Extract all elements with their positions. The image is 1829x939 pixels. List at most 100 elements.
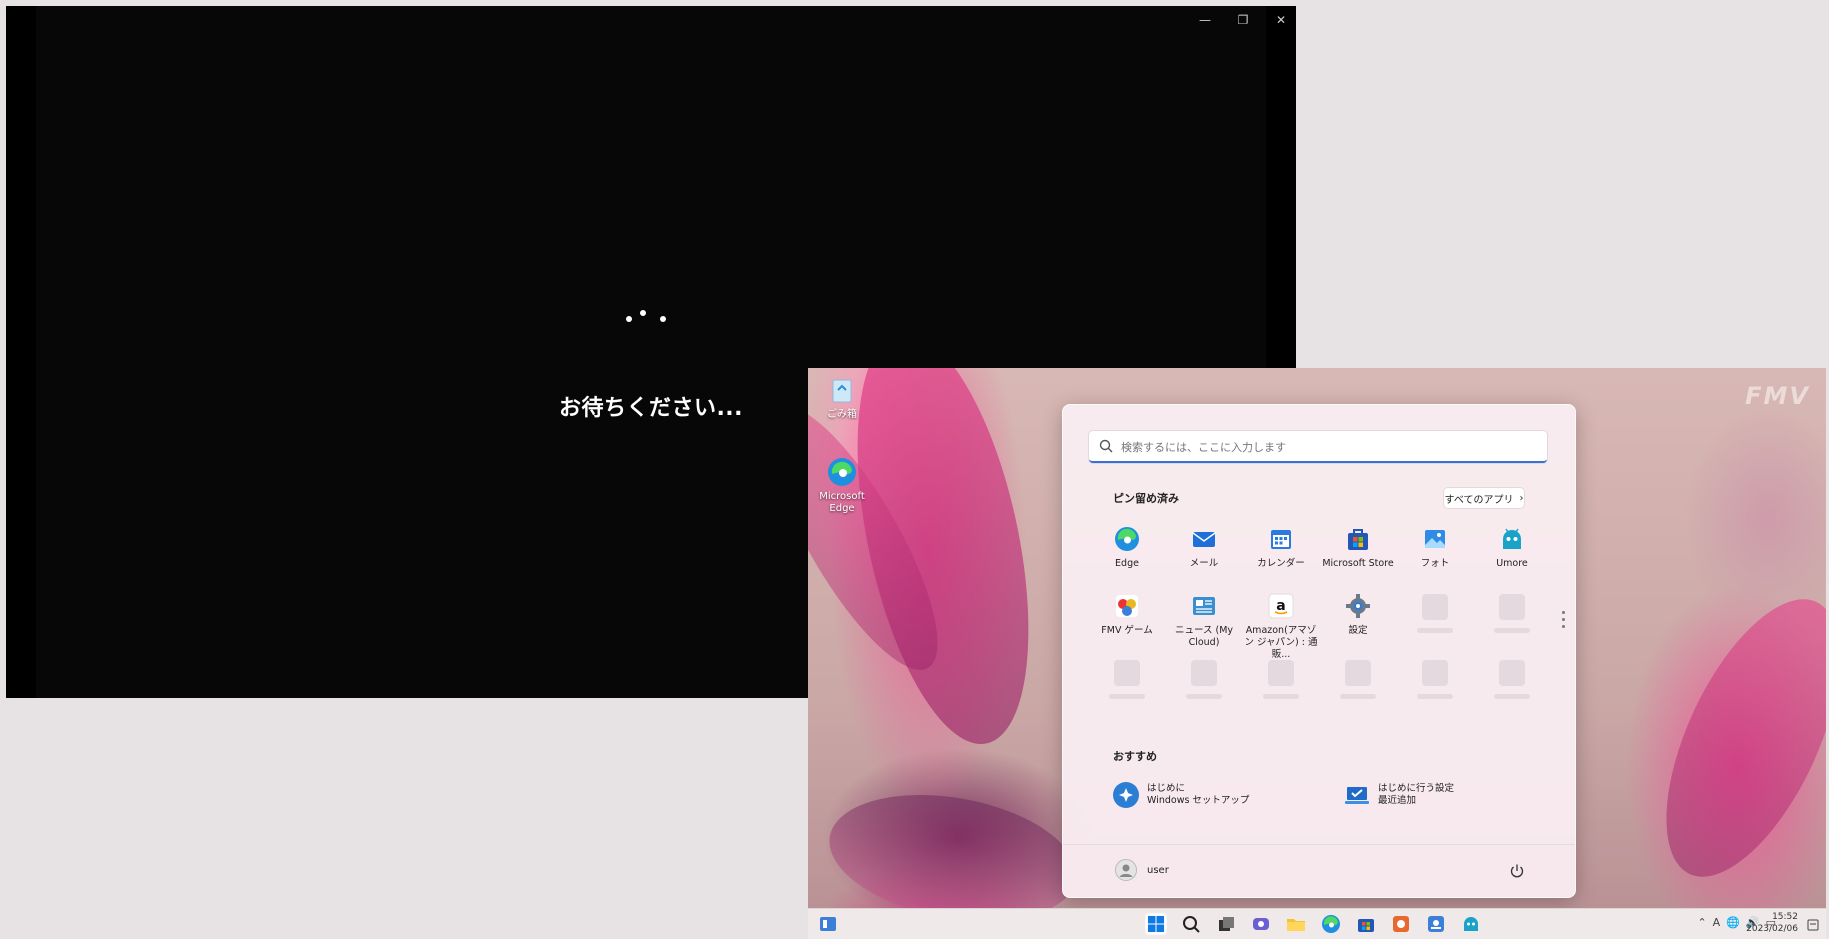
close-button[interactable]: ✕ <box>1262 6 1300 34</box>
page-indicator[interactable] <box>1562 611 1566 632</box>
umore-icon <box>1498 525 1526 553</box>
search-input[interactable] <box>1119 435 1533 459</box>
pinned-app-news[interactable]: ニュース (My Cloud) <box>1166 592 1242 649</box>
search-icon <box>1099 439 1113 453</box>
edge-icon <box>1113 525 1141 553</box>
pinned-app-umore[interactable]: Umore <box>1474 525 1550 570</box>
user-account-button[interactable]: user <box>1115 859 1169 881</box>
pinned-app-placeholder <box>1320 660 1396 699</box>
taskbar-clock[interactable]: 15:52 2023/02/06 <box>1746 911 1798 935</box>
pinned-app-fmv-game[interactable]: FMV ゲーム <box>1089 592 1165 637</box>
amazon-icon: a <box>1267 592 1295 620</box>
pinned-app-label: ニュース (My Cloud) <box>1174 625 1234 648</box>
pinned-app-label: 設定 <box>1348 625 1368 636</box>
store-icon <box>1344 525 1372 553</box>
recommended-item-subtitle: Windows セットアップ <box>1147 795 1250 806</box>
chevron-up-icon[interactable]: ⌃ <box>1697 916 1706 929</box>
recommended-item-initial-settings[interactable]: はじめに行う設定 最近追加 <box>1344 780 1454 810</box>
pinned-app-label: Umore <box>1496 558 1528 569</box>
store-icon <box>1358 919 1374 932</box>
ime-indicator[interactable]: A <box>1713 916 1721 929</box>
taskbar: ⌃ A 🌐 🔊 ▭ 15:52 2023/02/06 <box>808 908 1826 939</box>
task-view-button[interactable] <box>1215 913 1237 935</box>
pinned-app-placeholder <box>1474 660 1550 699</box>
start-menu-footer: user <box>1063 844 1575 897</box>
desktop-icon-recycle-bin[interactable]: ごみ箱 <box>810 374 874 421</box>
file-explorer-icon <box>1287 919 1305 931</box>
pinned-app-mail[interactable]: メール <box>1166 525 1242 570</box>
search-icon <box>1183 916 1200 933</box>
svg-text:a: a <box>1276 598 1285 614</box>
calendar-icon <box>1267 525 1295 553</box>
recommended-item-title: はじめに行う設定 <box>1378 783 1455 794</box>
pinned-app-calendar[interactable]: カレンダー <box>1243 525 1319 570</box>
news-icon <box>1190 592 1218 620</box>
task-view-icon <box>1219 917 1234 931</box>
clock-date: 2023/02/06 <box>1746 924 1798 934</box>
recycle-bin-icon <box>826 374 858 406</box>
pinned-app-edge[interactable]: Edge <box>1089 525 1165 570</box>
start-button[interactable] <box>1145 913 1167 935</box>
pinned-app-placeholder <box>1089 660 1165 699</box>
start-search-box[interactable] <box>1089 431 1547 463</box>
pinned-section-title: ピン留め済み <box>1113 492 1179 505</box>
get-started-icon <box>1113 782 1139 808</box>
pinned-app-label: Microsoft Store <box>1322 558 1394 569</box>
mail-icon <box>1190 525 1218 553</box>
pinned-app-label: Amazon(アマゾン ジャパン) : 通販... <box>1244 625 1318 660</box>
pinned-app-placeholder <box>1397 660 1473 699</box>
network-icon[interactable]: 🌐 <box>1726 916 1740 929</box>
desktop-icon-label: Microsoft Edge <box>819 491 865 514</box>
umore-icon <box>1464 917 1478 931</box>
pinned-app-label: FMV ゲーム <box>1101 625 1153 636</box>
clock-time: 15:52 <box>1772 912 1798 922</box>
photos-icon <box>1421 525 1449 553</box>
pinned-app-photos[interactable]: フォト <box>1397 525 1473 570</box>
power-icon <box>1510 864 1524 878</box>
all-apps-label: すべてのアプリ <box>1444 494 1514 506</box>
recommended-item-get-started[interactable]: はじめに Windows セットアップ <box>1113 780 1249 810</box>
loading-spinner-icon <box>626 306 686 326</box>
widgets-button[interactable] <box>817 913 839 935</box>
start-icon <box>1148 916 1164 932</box>
edge-icon <box>1322 915 1340 933</box>
all-apps-button[interactable]: すべてのアプリ › <box>1444 488 1524 508</box>
store-taskbar-button[interactable] <box>1355 913 1377 935</box>
power-button[interactable] <box>1507 861 1527 881</box>
start-menu: ピン留め済み すべてのアプリ › Edge メール カレンダー Microsoft S… <box>1062 404 1576 898</box>
pinned-app-placeholder <box>1474 594 1550 633</box>
desktop-icon-label: ごみ箱 <box>827 409 857 420</box>
pinned-app-store[interactable]: Microsoft Store <box>1320 525 1396 570</box>
edge-taskbar-button[interactable] <box>1320 913 1342 935</box>
edge-icon <box>826 456 858 488</box>
pinned-app-label: Edge <box>1115 558 1139 569</box>
recommended-section-title: おすすめ <box>1113 750 1157 763</box>
desktop-icon-edge[interactable]: Microsoft Edge <box>810 456 874 515</box>
file-explorer-button[interactable] <box>1285 913 1307 935</box>
taskbar-search-button[interactable] <box>1180 913 1202 935</box>
minimize-button[interactable]: — <box>1186 6 1224 34</box>
pinned-app-label: カレンダー <box>1257 558 1305 569</box>
user-name: user <box>1147 864 1169 876</box>
fmv-game-icon <box>1113 592 1141 620</box>
pinned-app-amazon[interactable]: a Amazon(アマゾン ジャパン) : 通販... <box>1243 592 1319 661</box>
recommended-item-subtitle: 最近追加 <box>1378 795 1417 806</box>
pinned-app-placeholder <box>1243 660 1319 699</box>
fmv-app-taskbar-button[interactable] <box>1425 913 1447 935</box>
app-icon <box>1393 916 1409 932</box>
initial-settings-icon <box>1344 782 1370 808</box>
umore-taskbar-button[interactable] <box>1460 913 1482 935</box>
pinned-app-placeholder <box>1397 594 1473 633</box>
avatar <box>1115 859 1137 881</box>
pinned-app-label: メール <box>1189 558 1219 569</box>
fmv-app-icon <box>1428 916 1444 932</box>
pinned-app-settings-gear[interactable]: 設定 <box>1320 592 1396 637</box>
recommended-item-title: はじめに <box>1147 783 1186 794</box>
fmv-brand-logo: FMV <box>1745 382 1810 410</box>
chat-button[interactable] <box>1250 913 1272 935</box>
notification-icon[interactable] <box>1806 917 1820 931</box>
app-taskbar-button[interactable] <box>1390 913 1412 935</box>
pinned-app-placeholder <box>1166 660 1242 699</box>
maximize-button[interactable]: ❐ <box>1224 6 1262 34</box>
chat-icon <box>1253 918 1269 930</box>
